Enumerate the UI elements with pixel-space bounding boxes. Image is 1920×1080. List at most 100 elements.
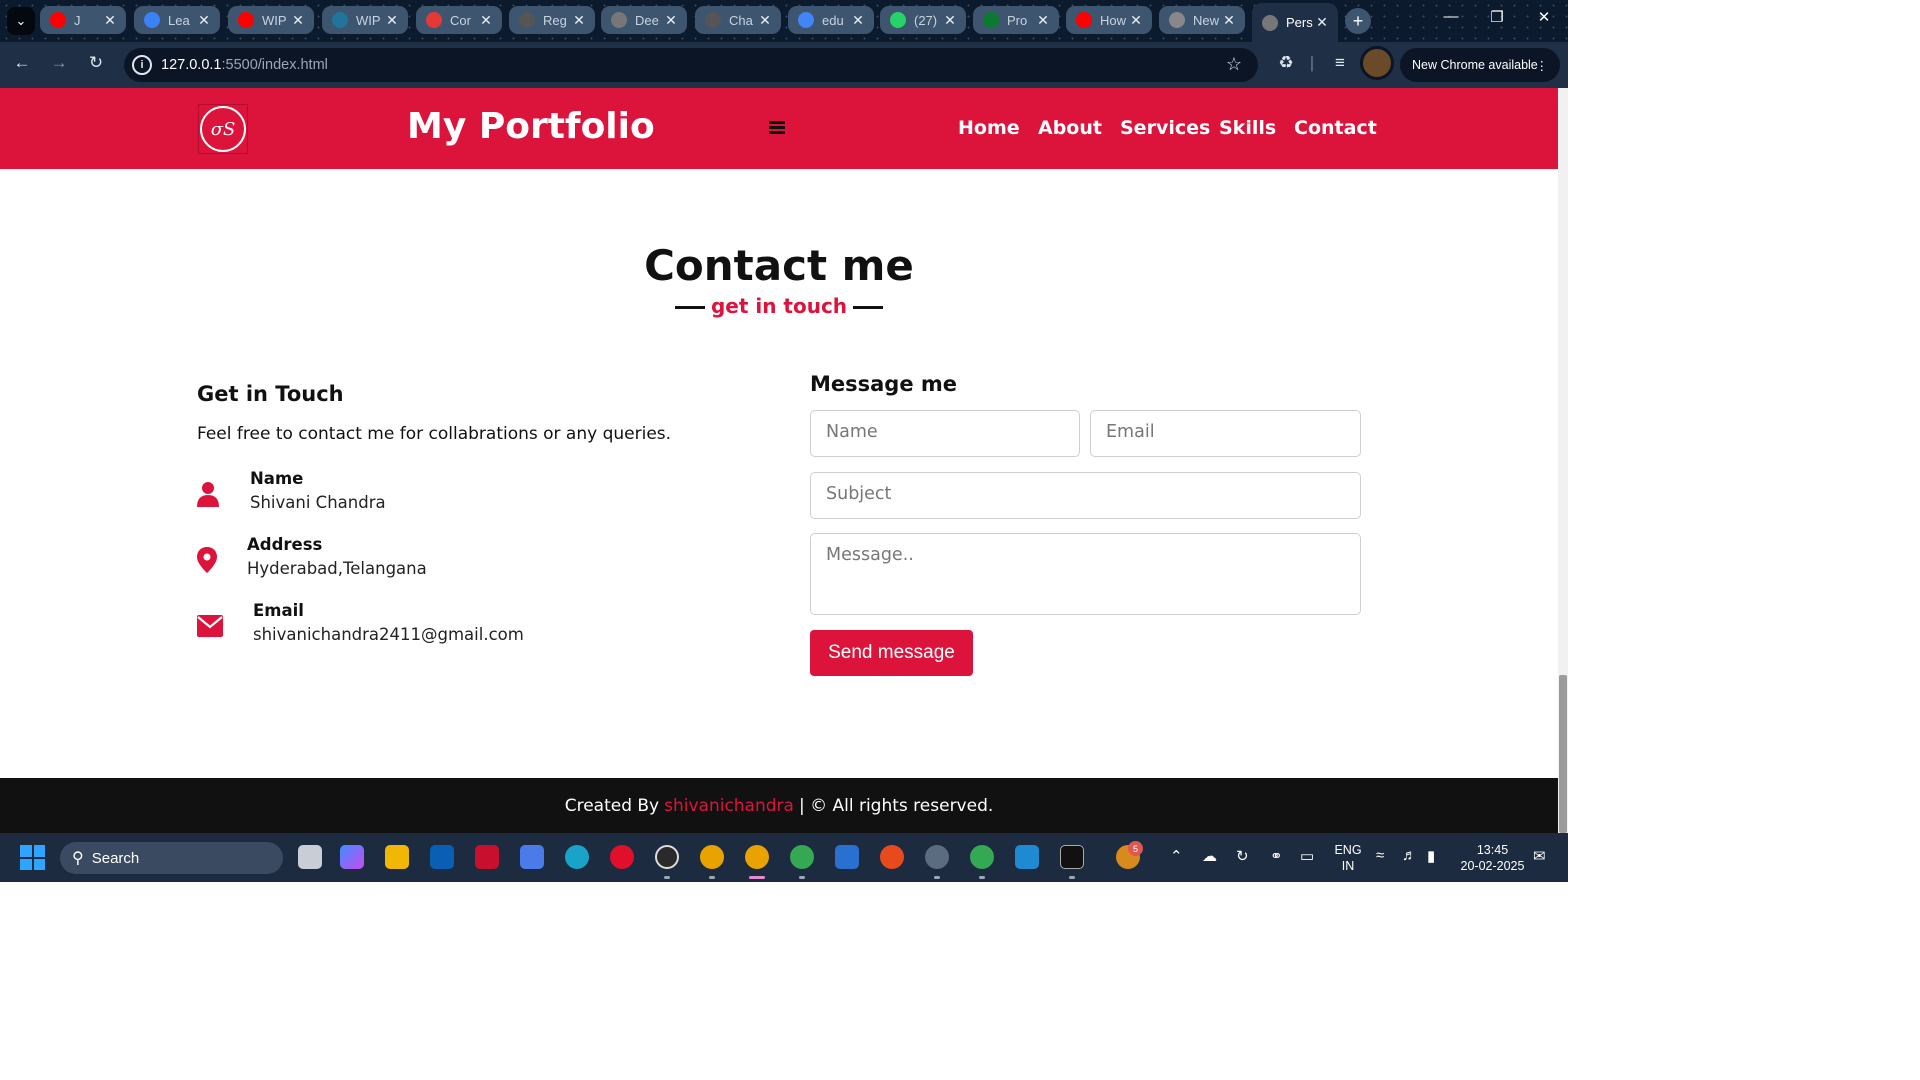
sync-icon[interactable]: ↻ (1236, 847, 1249, 865)
edge-icon[interactable] (565, 845, 589, 869)
browser-tab[interactable]: Cha ✕ (695, 6, 781, 34)
browser-tab[interactable]: WIP ✕ (322, 6, 408, 34)
subject-input[interactable]: Subject (810, 472, 1361, 519)
terminal-icon[interactable] (1060, 845, 1084, 869)
new-tab-button[interactable]: + (1345, 8, 1371, 34)
site-logo[interactable]: σS (198, 104, 248, 154)
close-tab-icon[interactable]: ✕ (1035, 12, 1051, 29)
browser-tab[interactable]: (27) ✕ (880, 6, 966, 34)
menu-kebab-icon[interactable]: ⋮ (1536, 58, 1549, 73)
mcafee-icon[interactable] (475, 845, 499, 869)
clock[interactable]: 13:45 20-02-2025 (1455, 842, 1530, 874)
close-tab-icon[interactable]: ✕ (850, 12, 866, 29)
browser-tab[interactable]: WIP ✕ (228, 6, 314, 34)
chrome-profile-1-icon[interactable] (700, 845, 724, 869)
browser-tab-strip: ⌄ J ✕ Lea ✕ WIP ✕ WIP ✕ Cor ✕ Reg ✕ Dee ✕ Cha ✕ edu ✕ (27)… (0, 0, 1568, 42)
extensions-icon[interactable]: ♻ (1274, 53, 1298, 73)
notification-badge: 5 (1128, 841, 1143, 856)
taskbar-search[interactable]: ⚲ Search (60, 842, 283, 874)
vscode-icon[interactable] (1015, 845, 1039, 869)
wifi-icon[interactable]: ≈ (1376, 847, 1384, 864)
browser-tab[interactable]: Cor ✕ (416, 6, 502, 34)
message-textarea[interactable]: Message.. (810, 533, 1361, 615)
browser-tab[interactable]: How ✕ (1066, 6, 1152, 34)
profile-avatar[interactable] (1360, 46, 1394, 80)
close-tab-icon[interactable]: ✕ (942, 12, 958, 29)
reload-icon[interactable]: ↻ (84, 53, 108, 73)
footer-author-link[interactable]: shivanichandra (664, 796, 794, 816)
globe-icon (1262, 14, 1278, 31)
close-tab-icon[interactable]: ✕ (1314, 14, 1330, 31)
tab-search-icon[interactable]: ⌄ (7, 7, 35, 35)
nav-skills[interactable]: Skills (1219, 117, 1276, 139)
tab-title: Reg (543, 12, 567, 28)
chrome-icon (1169, 12, 1185, 28)
close-tab-icon[interactable]: ✕ (663, 12, 679, 29)
forward-icon[interactable]: → (47, 53, 71, 73)
microphone-icon[interactable]: ⚭ (1270, 847, 1283, 865)
back-icon[interactable]: ← (10, 53, 34, 73)
copilot-icon[interactable] (340, 845, 364, 869)
close-tab-icon[interactable]: ✕ (290, 12, 306, 29)
media-controls-icon[interactable]: ≡ (1328, 53, 1352, 73)
name-input[interactable]: Name (810, 410, 1080, 457)
opera-icon[interactable] (610, 845, 634, 869)
browser-tab[interactable]: edu ✕ (788, 6, 874, 34)
site-brand[interactable]: My Portfolio (407, 106, 655, 147)
close-tab-icon[interactable]: ✕ (196, 12, 212, 29)
browser-tab[interactable]: Lea ✕ (134, 6, 220, 34)
dell-icon[interactable] (430, 845, 454, 869)
chrome-profile-4-icon[interactable] (970, 845, 994, 869)
file-explorer-icon[interactable] (385, 845, 409, 869)
contact-item-label: Address (247, 535, 323, 554)
language-code: ENG (1334, 843, 1362, 857)
browser-tab[interactable]: Pro ✕ (973, 6, 1059, 34)
volume-icon[interactable]: ♬ (1402, 847, 1417, 864)
close-tab-icon[interactable]: ✕ (478, 12, 494, 29)
tray-overflow-icon[interactable]: ⌃ (1170, 847, 1183, 865)
close-window-icon[interactable]: ✕ (1529, 8, 1559, 26)
close-tab-icon[interactable]: ✕ (384, 12, 400, 29)
settings-gear-icon[interactable] (925, 845, 949, 869)
address-bar[interactable]: i 127.0.0.1:5500/index.html ☆ (124, 48, 1258, 82)
bookmark-star-icon[interactable]: ☆ (1226, 54, 1242, 75)
notifications-icon[interactable]: ✉ (1533, 847, 1546, 865)
language-indicator[interactable]: ENG IN (1333, 842, 1363, 874)
scrollbar-thumb[interactable] (1559, 675, 1567, 833)
nav-services[interactable]: Services (1120, 117, 1210, 139)
hamburger-menu-icon[interactable] (769, 121, 785, 134)
minimize-icon[interactable]: — (1436, 8, 1466, 25)
onedrive-icon[interactable]: ☁ (1202, 847, 1217, 865)
nav-contact[interactable]: Contact (1294, 117, 1377, 139)
browser-tab[interactable]: Dee ✕ (601, 6, 687, 34)
send-message-button[interactable]: Send message (810, 630, 973, 676)
close-tab-icon[interactable]: ✕ (1128, 12, 1144, 29)
email-input[interactable]: Email (1090, 410, 1361, 457)
browser-tab[interactable]: Pers ✕ (1252, 3, 1338, 42)
site-info-icon[interactable]: i (132, 55, 152, 75)
task-view-icon[interactable] (298, 845, 322, 869)
browser-tab[interactable]: Reg ✕ (509, 6, 595, 34)
photos-icon[interactable] (835, 845, 859, 869)
close-tab-icon[interactable]: ✕ (102, 12, 118, 29)
close-tab-icon[interactable]: ✕ (1221, 12, 1237, 29)
restore-icon[interactable]: ❐ (1482, 8, 1512, 26)
contact-item-label: Email (253, 601, 304, 620)
close-tab-icon[interactable]: ✕ (757, 12, 773, 29)
windows-start-icon[interactable] (20, 845, 45, 870)
nav-about[interactable]: About (1038, 117, 1102, 139)
chrome-profile-2-icon[interactable] (745, 845, 769, 869)
battery-icon[interactable]: ▮ (1427, 847, 1435, 865)
obs-icon[interactable] (655, 845, 679, 869)
wps-office-icon[interactable] (880, 845, 904, 869)
display-icon[interactable]: ▭ (1300, 847, 1314, 865)
url-text[interactable]: 127.0.0.1:5500/index.html (161, 57, 328, 73)
browser-tab[interactable]: J ✕ (40, 6, 126, 34)
chrome-profile-3-icon[interactable] (790, 845, 814, 869)
close-tab-icon[interactable]: ✕ (571, 12, 587, 29)
browser-tab[interactable]: New ✕ (1159, 6, 1245, 34)
update-chrome-button[interactable]: New Chrome available ⋮ (1400, 48, 1560, 82)
store-icon[interactable] (520, 845, 544, 869)
nav-home[interactable]: Home (958, 117, 1020, 139)
tab-title: J (74, 12, 81, 28)
